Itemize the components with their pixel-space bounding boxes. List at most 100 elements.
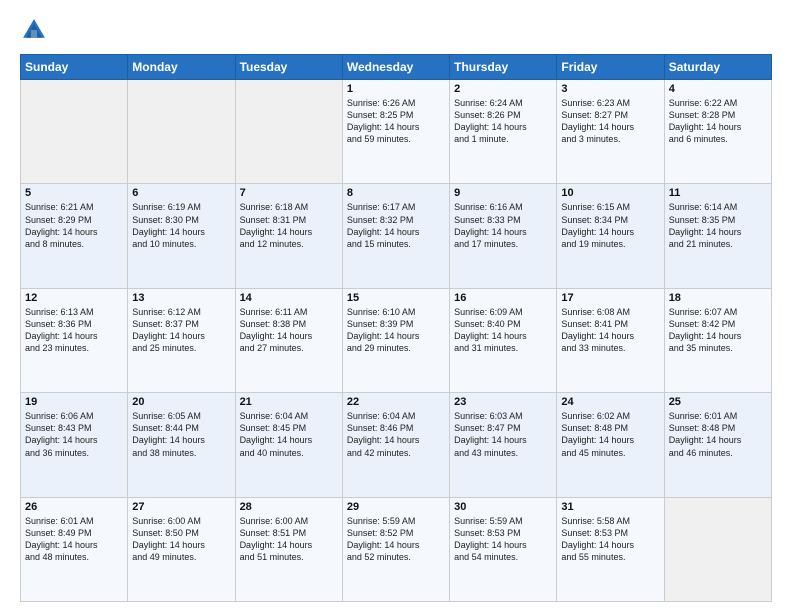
day-cell-27: 27 Sunrise: 6:00 AM Sunset: 8:50 PM Dayli…	[128, 497, 235, 601]
day-number: 17	[561, 292, 659, 304]
calendar: SundayMondayTuesdayWednesdayThursdayFrid…	[20, 54, 772, 602]
day-info: Sunrise: 6:06 AM Sunset: 8:43 PM Dayligh…	[25, 410, 123, 459]
day-number: 10	[561, 187, 659, 199]
day-info: Sunrise: 6:08 AM Sunset: 8:41 PM Dayligh…	[561, 306, 659, 355]
day-number: 29	[347, 501, 445, 513]
day-cell-3: 3 Sunrise: 6:23 AM Sunset: 8:27 PM Daylig…	[557, 80, 664, 184]
day-cell-21: 21 Sunrise: 6:04 AM Sunset: 8:45 PM Dayli…	[235, 393, 342, 497]
day-number: 21	[240, 396, 338, 408]
day-info: Sunrise: 5:59 AM Sunset: 8:52 PM Dayligh…	[347, 515, 445, 564]
day-cell-18: 18Sunrise: 6:07 AM Sunset: 8:42 PM Dayli…	[664, 288, 771, 392]
day-info: Sunrise: 6:21 AM Sunset: 8:29 PM Dayligh…	[25, 201, 123, 250]
logo	[20, 16, 52, 44]
week-row-2: 5 Sunrise: 6:21 AM Sunset: 8:29 PM Daylig…	[21, 184, 772, 288]
day-info: Sunrise: 6:12 AM Sunset: 8:37 PM Dayligh…	[132, 306, 230, 355]
day-cell-8: 8Sunrise: 6:17 AM Sunset: 8:32 PM Daylig…	[342, 184, 449, 288]
day-cell-25: 25 Sunrise: 6:01 AM Sunset: 8:48 PM Dayli…	[664, 393, 771, 497]
day-info: Sunrise: 5:58 AM Sunset: 8:53 PM Dayligh…	[561, 515, 659, 564]
day-cell-7: 7 Sunrise: 6:18 AM Sunset: 8:31 PM Daylig…	[235, 184, 342, 288]
day-number: 28	[240, 501, 338, 513]
day-number: 6	[132, 187, 230, 199]
day-number: 19	[25, 396, 123, 408]
day-number: 1	[347, 83, 445, 95]
week-row-1: 1 Sunrise: 6:26 AM Sunset: 8:25 PM Daylig…	[21, 80, 772, 184]
day-number: 13	[132, 292, 230, 304]
weekday-header-thursday: Thursday	[450, 55, 557, 80]
day-info: Sunrise: 6:13 AM Sunset: 8:36 PM Dayligh…	[25, 306, 123, 355]
day-number: 30	[454, 501, 552, 513]
day-info: Sunrise: 6:22 AM Sunset: 8:28 PM Dayligh…	[669, 97, 767, 146]
day-number: 23	[454, 396, 552, 408]
day-info: Sunrise: 6:01 AM Sunset: 8:48 PM Dayligh…	[669, 410, 767, 459]
day-number: 14	[240, 292, 338, 304]
weekday-header-sunday: Sunday	[21, 55, 128, 80]
day-cell-26: 26 Sunrise: 6:01 AM Sunset: 8:49 PM Dayli…	[21, 497, 128, 601]
weekday-header-saturday: Saturday	[664, 55, 771, 80]
day-number: 4	[669, 83, 767, 95]
day-cell-16: 16 Sunrise: 6:09 AM Sunset: 8:40 PM Dayli…	[450, 288, 557, 392]
day-number: 5	[25, 187, 123, 199]
day-number: 2	[454, 83, 552, 95]
day-info: Sunrise: 6:00 AM Sunset: 8:51 PM Dayligh…	[240, 515, 338, 564]
day-cell-29: 29 Sunrise: 5:59 AM Sunset: 8:52 PM Dayli…	[342, 497, 449, 601]
day-info: Sunrise: 6:03 AM Sunset: 8:47 PM Dayligh…	[454, 410, 552, 459]
day-number: 27	[132, 501, 230, 513]
day-number: 12	[25, 292, 123, 304]
day-info: Sunrise: 6:01 AM Sunset: 8:49 PM Dayligh…	[25, 515, 123, 564]
day-cell-2: 2 Sunrise: 6:24 AM Sunset: 8:26 PM Daylig…	[450, 80, 557, 184]
day-cell-12: 12 Sunrise: 6:13 AM Sunset: 8:36 PM Dayli…	[21, 288, 128, 392]
day-cell-23: 23 Sunrise: 6:03 AM Sunset: 8:47 PM Dayli…	[450, 393, 557, 497]
day-cell-14: 14Sunrise: 6:11 AM Sunset: 8:38 PM Dayli…	[235, 288, 342, 392]
day-number: 24	[561, 396, 659, 408]
day-number: 16	[454, 292, 552, 304]
week-row-3: 12 Sunrise: 6:13 AM Sunset: 8:36 PM Dayli…	[21, 288, 772, 392]
day-info: Sunrise: 6:05 AM Sunset: 8:44 PM Dayligh…	[132, 410, 230, 459]
day-info: Sunrise: 6:10 AM Sunset: 8:39 PM Dayligh…	[347, 306, 445, 355]
day-info: Sunrise: 6:00 AM Sunset: 8:50 PM Dayligh…	[132, 515, 230, 564]
day-number: 9	[454, 187, 552, 199]
day-cell-13: 13 Sunrise: 6:12 AM Sunset: 8:37 PM Dayli…	[128, 288, 235, 392]
day-cell-28: 28 Sunrise: 6:00 AM Sunset: 8:51 PM Dayli…	[235, 497, 342, 601]
day-cell-24: 24 Sunrise: 6:02 AM Sunset: 8:48 PM Dayli…	[557, 393, 664, 497]
page: SundayMondayTuesdayWednesdayThursdayFrid…	[0, 0, 792, 612]
day-info: Sunrise: 6:18 AM Sunset: 8:31 PM Dayligh…	[240, 201, 338, 250]
day-cell-4: 4 Sunrise: 6:22 AM Sunset: 8:28 PM Daylig…	[664, 80, 771, 184]
day-cell-15: 15 Sunrise: 6:10 AM Sunset: 8:39 PM Dayli…	[342, 288, 449, 392]
day-cell-10: 10 Sunrise: 6:15 AM Sunset: 8:34 PM Dayli…	[557, 184, 664, 288]
day-cell-20: 20 Sunrise: 6:05 AM Sunset: 8:44 PM Dayli…	[128, 393, 235, 497]
day-cell-22: 22Sunrise: 6:04 AM Sunset: 8:46 PM Dayli…	[342, 393, 449, 497]
day-number: 20	[132, 396, 230, 408]
day-info: Sunrise: 6:24 AM Sunset: 8:26 PM Dayligh…	[454, 97, 552, 146]
weekday-header-monday: Monday	[128, 55, 235, 80]
day-cell-11: 11Sunrise: 6:14 AM Sunset: 8:35 PM Dayli…	[664, 184, 771, 288]
day-cell-31: 31 Sunrise: 5:58 AM Sunset: 8:53 PM Dayli…	[557, 497, 664, 601]
day-cell-30: 30 Sunrise: 5:59 AM Sunset: 8:53 PM Dayli…	[450, 497, 557, 601]
day-info: Sunrise: 6:15 AM Sunset: 8:34 PM Dayligh…	[561, 201, 659, 250]
day-cell-9: 9Sunrise: 6:16 AM Sunset: 8:33 PM Daylig…	[450, 184, 557, 288]
weekday-header-tuesday: Tuesday	[235, 55, 342, 80]
day-info: Sunrise: 6:04 AM Sunset: 8:46 PM Dayligh…	[347, 410, 445, 459]
empty-cell	[664, 497, 771, 601]
day-info: Sunrise: 6:04 AM Sunset: 8:45 PM Dayligh…	[240, 410, 338, 459]
header	[20, 16, 772, 44]
day-cell-17: 17 Sunrise: 6:08 AM Sunset: 8:41 PM Dayli…	[557, 288, 664, 392]
day-number: 18	[669, 292, 767, 304]
day-cell-19: 19 Sunrise: 6:06 AM Sunset: 8:43 PM Dayli…	[21, 393, 128, 497]
day-info: Sunrise: 6:23 AM Sunset: 8:27 PM Dayligh…	[561, 97, 659, 146]
empty-cell	[128, 80, 235, 184]
day-number: 26	[25, 501, 123, 513]
day-number: 15	[347, 292, 445, 304]
day-info: Sunrise: 6:09 AM Sunset: 8:40 PM Dayligh…	[454, 306, 552, 355]
day-cell-6: 6 Sunrise: 6:19 AM Sunset: 8:30 PM Daylig…	[128, 184, 235, 288]
week-row-4: 19 Sunrise: 6:06 AM Sunset: 8:43 PM Dayli…	[21, 393, 772, 497]
day-number: 25	[669, 396, 767, 408]
day-info: Sunrise: 6:26 AM Sunset: 8:25 PM Dayligh…	[347, 97, 445, 146]
day-info: Sunrise: 6:02 AM Sunset: 8:48 PM Dayligh…	[561, 410, 659, 459]
day-info: Sunrise: 6:19 AM Sunset: 8:30 PM Dayligh…	[132, 201, 230, 250]
day-info: Sunrise: 6:14 AM Sunset: 8:35 PM Dayligh…	[669, 201, 767, 250]
weekday-header-row: SundayMondayTuesdayWednesdayThursdayFrid…	[21, 55, 772, 80]
day-number: 7	[240, 187, 338, 199]
day-info: Sunrise: 5:59 AM Sunset: 8:53 PM Dayligh…	[454, 515, 552, 564]
day-number: 31	[561, 501, 659, 513]
day-number: 3	[561, 83, 659, 95]
